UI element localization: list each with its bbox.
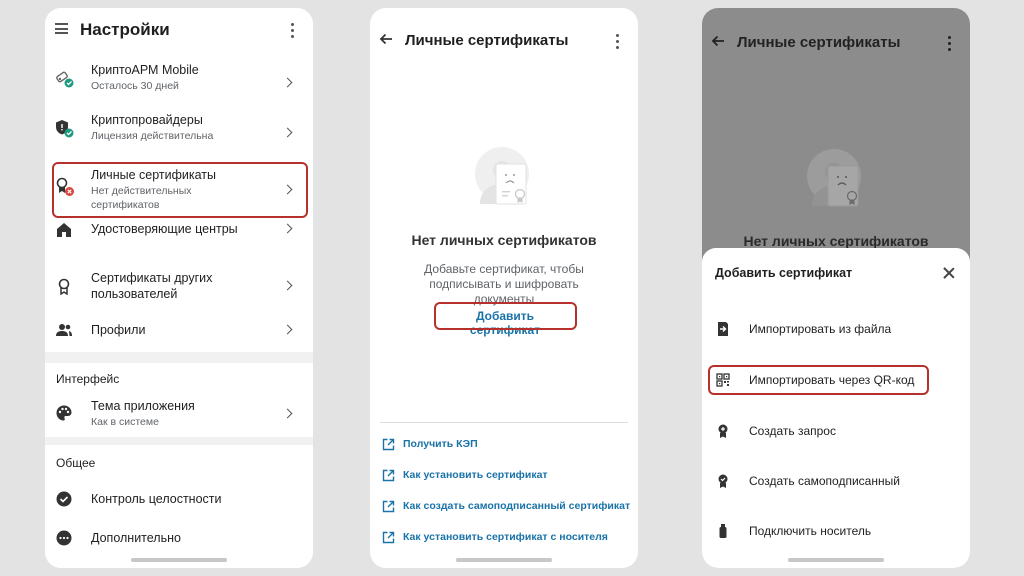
- bank-icon: [57, 223, 71, 237]
- divider: [380, 422, 628, 423]
- check-circle-icon: [56, 491, 72, 507]
- highlight-frame: [708, 365, 929, 395]
- section-header-general: Общее: [56, 456, 96, 470]
- certificate-check-icon: [718, 474, 728, 488]
- page-title: Личные сертификаты: [405, 32, 569, 49]
- arrow-back-icon: [711, 35, 724, 47]
- empty-state-description: Добавьте сертификат, чтобы подписывать и…: [424, 262, 584, 306]
- settings-item-profiles[interactable]: Профили: [45, 318, 313, 342]
- home-indicator: [788, 558, 884, 562]
- open-external-icon: [382, 531, 395, 544]
- home-indicator: [131, 558, 227, 562]
- empty-certificate-illustration: [475, 147, 529, 205]
- sheet-item-label: Подключить носитель: [749, 524, 872, 538]
- arrow-back-icon[interactable]: [379, 33, 393, 45]
- help-link-label: Получить КЭП: [403, 438, 478, 450]
- help-link-label: Как установить сертификат: [403, 469, 548, 481]
- settings-item-cryptoproviders[interactable]: Криптопровайдеры Лицензия действительна: [45, 110, 313, 148]
- more-vert-icon[interactable]: [291, 23, 295, 39]
- open-external-icon: [382, 469, 395, 482]
- sheet-title: Добавить сертификат: [715, 266, 853, 280]
- settings-item-certificate-authorities[interactable]: Удостоверяющие центры: [45, 218, 313, 242]
- settings-item-subtitle: Лицензия действительна: [91, 130, 214, 142]
- more-vert-icon[interactable]: [616, 34, 620, 50]
- settings-item-title: Криптопровайдеры: [91, 113, 203, 127]
- settings-item-subtitle: Осталось 30 дней: [91, 80, 179, 92]
- chevron-right-icon: [282, 77, 293, 88]
- settings-item-title: Удостоверяющие центры: [91, 222, 238, 236]
- usb-token-icon: [719, 524, 727, 538]
- sheet-item-create-request[interactable]: Создать запрос: [702, 419, 970, 443]
- page-title: Настройки: [80, 20, 170, 39]
- settings-item-others-certificates[interactable]: Сертификаты других пользователей: [45, 268, 313, 304]
- empty-state-title: Нет личных сертификатов: [743, 233, 929, 249]
- settings-item-title: Тема приложения: [91, 399, 195, 413]
- certificate-icon: [58, 278, 70, 295]
- sheet-item-label: Импортировать из файла: [749, 322, 892, 336]
- settings-item-subtitle: Как в системе: [91, 416, 159, 428]
- chevron-right-icon: [282, 408, 293, 419]
- settings-item-title: Профили: [91, 323, 146, 337]
- open-external-icon: [382, 500, 395, 513]
- certificates-app-bar: Личные сертификаты: [702, 20, 970, 60]
- sheet-item-import-file[interactable]: Импортировать из файла: [702, 317, 970, 341]
- license-key-icon: [56, 71, 74, 88]
- sheet-item-label: Создать самоподписанный: [749, 474, 900, 488]
- shield-icon: [56, 120, 74, 138]
- settings-item-additional[interactable]: Дополнительно: [45, 526, 313, 550]
- settings-item-title: Сертификаты других пользователей: [91, 271, 213, 301]
- settings-screen: Настройки КриптоАРМ Mobile Осталось 30 д…: [45, 8, 313, 568]
- sheet-item-create-selfsigned[interactable]: Создать самоподписанный: [702, 469, 970, 493]
- sheet-item-connect-token[interactable]: Подключить носитель: [702, 519, 970, 543]
- chevron-right-icon: [282, 127, 293, 138]
- settings-item-cryptoarm[interactable]: КриптоАРМ Mobile Осталось 30 дней: [45, 60, 313, 98]
- file-import-icon: [718, 322, 728, 336]
- more-horiz-circle-icon: [56, 530, 72, 546]
- settings-item-title: Контроль целостности: [91, 492, 222, 506]
- menu-icon[interactable]: [55, 23, 68, 34]
- chevron-right-icon: [282, 280, 293, 291]
- section-header-interface: Интерфейс: [56, 372, 120, 386]
- empty-certificate-illustration: [807, 149, 861, 207]
- settings-item-title: Дополнительно: [91, 531, 181, 545]
- certificates-app-bar: Личные сертификаты: [370, 18, 638, 58]
- sheet-item-label: Создать запрос: [749, 424, 836, 438]
- empty-state-title: Нет личных сертификатов: [411, 232, 597, 248]
- settings-item-integrity[interactable]: Контроль целостности: [45, 487, 313, 511]
- open-external-icon: [382, 438, 395, 451]
- settings-main-group: КриптоАРМ Mobile Осталось 30 дней Крипто…: [45, 52, 313, 352]
- help-link-label: Как установить сертификат с носителя: [403, 531, 608, 543]
- certificate-add-icon: [718, 424, 728, 438]
- page-title: Личные сертификаты: [737, 34, 901, 51]
- close-icon[interactable]: [943, 267, 955, 279]
- help-link-label: Как создать самоподписанный сертификат: [403, 500, 631, 512]
- settings-item-theme[interactable]: Тема приложения Как в системе: [45, 396, 313, 432]
- highlight-frame: [434, 302, 577, 330]
- personal-certificates-screen: Личные сертификаты Нет личных сертификат…: [370, 8, 638, 568]
- highlight-frame: [52, 162, 308, 218]
- settings-app-bar: Настройки: [45, 8, 313, 52]
- palette-icon: [56, 405, 72, 421]
- settings-general-group: Общее Контроль целостности Дополнительно: [45, 445, 313, 568]
- settings-interface-group: Интерфейс Тема приложения Как в системе: [45, 363, 313, 437]
- chevron-right-icon: [282, 324, 293, 335]
- add-certificate-screen: Личные сертификаты Нет личных сертификат…: [702, 8, 970, 568]
- add-certificate-bottom-sheet: Добавить сертификат Импортировать из фай…: [702, 248, 970, 568]
- more-vert-icon: [948, 36, 952, 52]
- chevron-right-icon: [282, 223, 293, 234]
- people-icon: [56, 324, 72, 336]
- settings-item-title: КриптоАРМ Mobile: [91, 63, 199, 77]
- home-indicator: [456, 558, 552, 562]
